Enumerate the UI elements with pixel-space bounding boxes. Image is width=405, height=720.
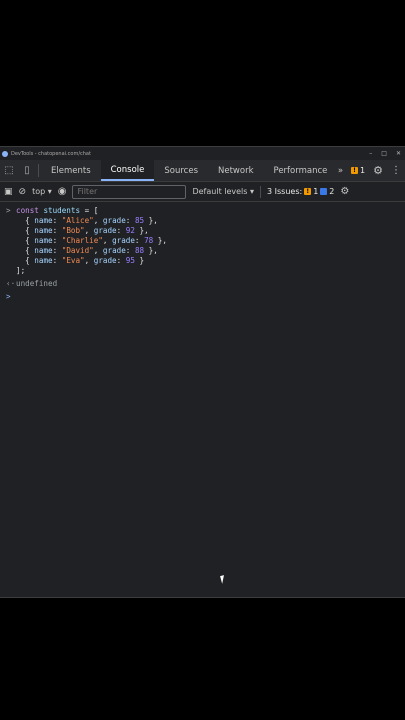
settings-gear-icon[interactable]: ⚙	[373, 164, 383, 177]
inspect-element-icon[interactable]: ⬚	[0, 160, 18, 181]
issues-counter[interactable]: 3 Issues: ! 1 2	[267, 187, 334, 196]
console-code-line: { name: "Eva", grade: 95 }	[16, 256, 145, 265]
close-icon[interactable]: ✕	[396, 150, 401, 157]
minimize-icon[interactable]: –	[369, 150, 372, 157]
console-prompt-line[interactable]: >	[6, 292, 405, 302]
console-output[interactable]: > const students = [ { name: "Alice", gr…	[0, 202, 405, 302]
context-select[interactable]: top ▾	[32, 187, 52, 196]
tab-sources[interactable]: Sources	[154, 160, 208, 181]
prompt-icon: >	[6, 206, 11, 215]
sidebar-toggle-icon[interactable]: ▣	[4, 187, 13, 197]
console-input-line: > const students = [	[6, 206, 99, 215]
levels-dropdown[interactable]: Default levels ▾	[192, 187, 254, 196]
issue-warning-icon: !	[304, 188, 312, 195]
input-prompt-icon: >	[6, 292, 11, 301]
issue-info-icon	[320, 188, 328, 195]
device-toolbar-icon[interactable]: ▯	[18, 160, 36, 181]
chrome-icon	[2, 150, 8, 157]
devtools-window: DevTools - chatopenai.com/chat – □ ✕ ⬚ ▯…	[0, 146, 405, 598]
live-expression-eye-icon[interactable]: ◉	[58, 186, 67, 197]
kebab-menu-icon[interactable]: ⋮	[391, 165, 401, 176]
tab-network[interactable]: Network	[208, 160, 264, 181]
tab-console[interactable]: Console	[100, 160, 155, 181]
tab-elements[interactable]: Elements	[41, 160, 101, 181]
console-code-line: { name: "Charlie", grade: 78 },	[16, 236, 167, 245]
tab-performance[interactable]: Performance	[264, 160, 338, 181]
console-code-line: ];	[16, 266, 26, 275]
console-settings-icon[interactable]: ⚙	[340, 186, 349, 197]
console-code-line: { name: "Alice", grade: 85 },	[16, 216, 158, 225]
warnings-badge[interactable]: ! 1	[351, 166, 365, 175]
maximize-icon[interactable]: □	[381, 150, 387, 157]
console-result-line: ‹· undefined	[6, 279, 58, 288]
clear-console-icon[interactable]: ⊘	[19, 187, 27, 197]
title-bar: DevTools - chatopenai.com/chat – □ ✕	[0, 147, 405, 160]
console-code-line: { name: "David", grade: 88 },	[16, 246, 158, 255]
window-title: DevTools - chatopenai.com/chat	[11, 150, 91, 157]
panel-tabs: ⬚ ▯ Elements Console Sources Network Per…	[0, 160, 405, 182]
filter-input[interactable]	[72, 184, 187, 199]
result-arrow-icon: ‹·	[6, 279, 16, 288]
console-toolbar: ▣ ⊘ top ▾ ◉ Default levels ▾ 3 Issues: !…	[0, 182, 405, 202]
more-tabs-icon[interactable]: »	[338, 166, 343, 176]
warning-icon: !	[351, 167, 359, 174]
console-code-line: { name: "Bob", grade: 92 },	[16, 226, 149, 235]
